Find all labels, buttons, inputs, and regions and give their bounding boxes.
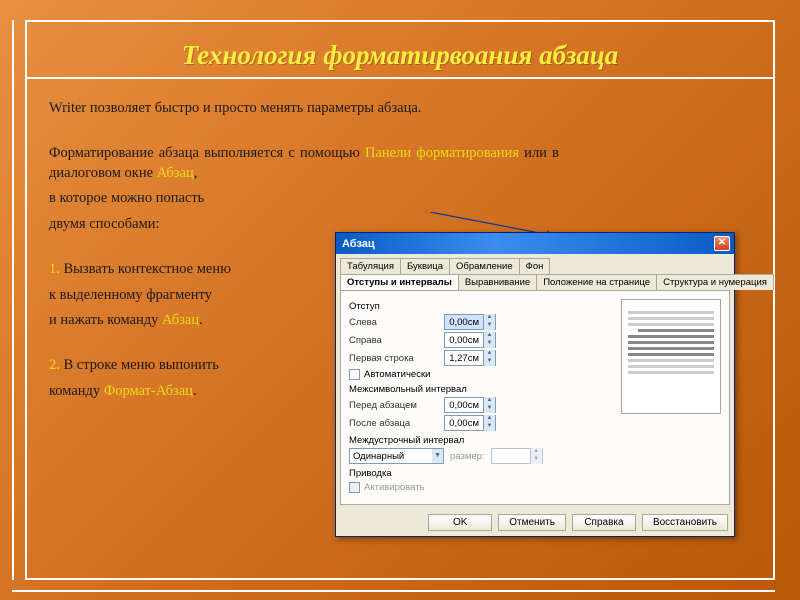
label-right: Справа xyxy=(349,335,444,346)
tab-indents[interactable]: Отступы и интервалы xyxy=(340,274,459,290)
paragraph-dialog: Абзац ✕ Табуляция Буквица Обрамление Фон… xyxy=(335,232,735,537)
label-after: После абзаца xyxy=(349,418,444,429)
tab-dropcap[interactable]: Буквица xyxy=(400,258,450,274)
dialog-buttonbar: OK Отменить Справка Восстановить xyxy=(336,509,734,536)
highlight-panel: Панели форматирования xyxy=(365,145,519,161)
spinner-first[interactable]: 1,27см▲▼ xyxy=(444,350,496,366)
section-register: Приводка xyxy=(349,468,721,479)
spinner-right[interactable]: 0,00см▲▼ xyxy=(444,332,496,348)
decor-left-rule xyxy=(12,20,14,580)
spinner-after[interactable]: 0,00см▲▼ xyxy=(444,415,496,431)
chevron-down-icon[interactable]: ▼ xyxy=(432,449,443,463)
checkbox-activate: Активировать xyxy=(349,482,721,493)
paragraph-intro: Writer позволяет быстро и просто менять … xyxy=(49,99,751,119)
label-before: Перед абзацем xyxy=(349,400,444,411)
tab-pageposition[interactable]: Положение на странице xyxy=(536,274,657,290)
title-underline xyxy=(27,77,773,79)
close-icon[interactable]: ✕ xyxy=(714,236,730,251)
tab-align[interactable]: Выравнивание xyxy=(458,274,537,290)
spinner-size: ▲▼ xyxy=(491,448,543,464)
ok-button[interactable]: OK xyxy=(428,514,492,531)
reset-button[interactable]: Восстановить xyxy=(642,514,728,531)
chevron-down-icon[interactable]: ▼ xyxy=(483,322,495,330)
paragraph-preview xyxy=(621,299,721,414)
spinner-before[interactable]: 0,00см▲▼ xyxy=(444,397,496,413)
row-line: Одинарный ▼ размер: ▲▼ xyxy=(349,448,721,464)
dialog-title: Абзац xyxy=(342,238,375,250)
cancel-button[interactable]: Отменить xyxy=(498,514,566,531)
paragraph-how: Форматирование абзаца выполняется с помо… xyxy=(49,144,559,183)
tab-outline[interactable]: Структура и нумерация xyxy=(656,274,774,290)
chevron-up-icon[interactable]: ▲ xyxy=(483,314,495,322)
dialog-panel: Отступ Слева 0,00см▲▼ Справа 0,00см▲▼ Пе… xyxy=(340,290,730,505)
help-button[interactable]: Справка xyxy=(572,514,636,531)
label-size: размер: xyxy=(450,451,485,462)
tab-background[interactable]: Фон xyxy=(519,258,551,274)
dialog-titlebar[interactable]: Абзац ✕ xyxy=(336,233,734,254)
decor-bottom-rule xyxy=(12,590,775,592)
highlight-abzats: Абзац xyxy=(157,165,194,181)
tabs-row-2: Отступы и интервалы Выравнивание Положен… xyxy=(336,274,734,290)
line-3: в которое можно попасть xyxy=(49,189,751,209)
tabs-row-1: Табуляция Буквица Обрамление Фон xyxy=(336,254,734,274)
section-line: Междустрочный интервал xyxy=(349,435,721,446)
tab-tabulation[interactable]: Табуляция xyxy=(340,258,401,274)
label-left: Слева xyxy=(349,317,444,328)
spinner-left[interactable]: 0,00см▲▼ xyxy=(444,314,496,330)
row-after: После абзаца 0,00см▲▼ xyxy=(349,415,721,431)
label-first: Первая строка xyxy=(349,353,444,364)
select-line[interactable]: Одинарный ▼ xyxy=(349,448,444,464)
tab-border[interactable]: Обрамление xyxy=(449,258,520,274)
checkbox-box[interactable] xyxy=(349,369,360,380)
slide-title: Технология форматирвоания абзаца xyxy=(49,40,751,71)
